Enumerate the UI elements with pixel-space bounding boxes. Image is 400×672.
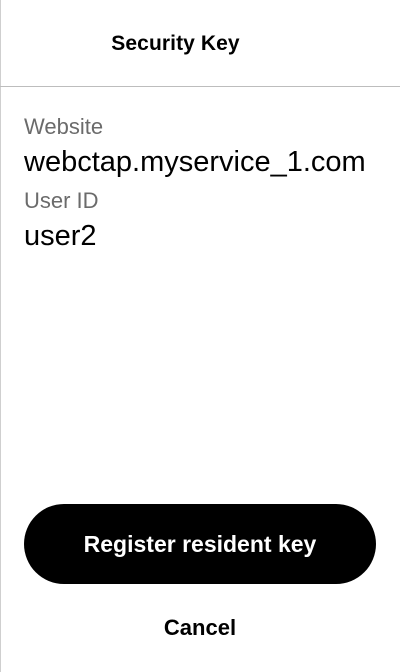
dialog-header: Security Key	[0, 0, 400, 87]
cancel-button[interactable]: Cancel	[100, 608, 300, 648]
window-edge	[0, 0, 1, 672]
website-value: webctap.myservice_1.com	[24, 146, 366, 178]
user-id-label: User ID	[24, 188, 99, 213]
security-key-dialog: Security Key Website webctap.myservice_1…	[0, 0, 400, 672]
website-label: Website	[24, 114, 104, 139]
dialog-content: Website webctap.myservice_1.com User ID …	[24, 112, 376, 256]
dialog-title: Security Key	[111, 32, 240, 55]
user-id-value: user2	[24, 220, 97, 252]
register-resident-key-button[interactable]: Register resident key	[24, 504, 376, 584]
